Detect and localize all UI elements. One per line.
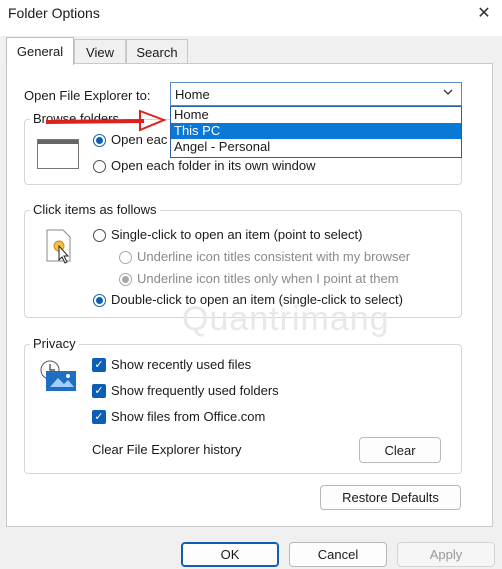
open-same-window-radio[interactable]: [93, 134, 106, 147]
single-click-radio[interactable]: [93, 229, 106, 242]
restore-defaults-button[interactable]: Restore Defaults: [320, 485, 461, 510]
show-frequent-label[interactable]: Show frequently used folders: [111, 383, 279, 398]
show-office-label[interactable]: Show files from Office.com: [111, 409, 265, 424]
tab-general[interactable]: General: [6, 37, 74, 65]
dropdown-option-home[interactable]: Home: [171, 107, 461, 123]
show-recent-label[interactable]: Show recently used files: [111, 357, 251, 372]
double-click-radio[interactable]: [93, 294, 106, 307]
click-document-icon: [45, 229, 71, 264]
click-items-legend: Click items as follows: [30, 202, 160, 217]
show-frequent-checkbox[interactable]: ✓: [92, 384, 106, 398]
ok-button[interactable]: OK: [181, 542, 279, 567]
clear-history-label: Clear File Explorer history: [92, 442, 242, 457]
dropdown-option-this-pc[interactable]: This PC: [171, 123, 461, 139]
dropdown-option-angel-personal[interactable]: Angel - Personal: [171, 139, 461, 155]
underline-consistent-label[interactable]: Underline icon titles consistent with my…: [137, 249, 410, 264]
open-same-window-label[interactable]: Open eac: [111, 132, 167, 147]
chevron-down-icon[interactable]: [442, 86, 454, 101]
open-explorer-dropdown-list[interactable]: Home This PC Angel - Personal: [170, 106, 462, 158]
cancel-button[interactable]: Cancel: [289, 542, 387, 567]
combobox-value: Home: [175, 86, 210, 102]
window-title: Folder Options: [8, 5, 100, 21]
tab-search[interactable]: Search: [126, 39, 188, 64]
show-office-checkbox[interactable]: ✓: [92, 410, 106, 424]
underline-point-label[interactable]: Underline icon titles only when I point …: [137, 271, 399, 286]
open-explorer-combobox[interactable]: Home: [170, 82, 462, 106]
close-icon[interactable]: ✕: [466, 0, 502, 26]
open-explorer-label: Open File Explorer to:: [24, 88, 151, 103]
open-own-window-label[interactable]: Open each folder in its own window: [111, 158, 316, 173]
red-arrow-annotation-icon: [45, 109, 167, 132]
window-icon: [37, 139, 79, 169]
privacy-folder-icon: [38, 357, 80, 396]
open-own-window-radio[interactable]: [93, 160, 106, 173]
underline-point-radio[interactable]: [119, 273, 132, 286]
privacy-legend: Privacy: [30, 336, 79, 351]
underline-consistent-radio[interactable]: [119, 251, 132, 264]
single-click-label[interactable]: Single-click to open an item (point to s…: [111, 227, 362, 242]
clear-history-button[interactable]: Clear: [359, 437, 441, 463]
show-recent-checkbox[interactable]: ✓: [92, 358, 106, 372]
apply-button[interactable]: Apply: [397, 542, 495, 567]
watermark: Quantrimang: [182, 300, 390, 338]
tab-view[interactable]: View: [74, 39, 126, 64]
